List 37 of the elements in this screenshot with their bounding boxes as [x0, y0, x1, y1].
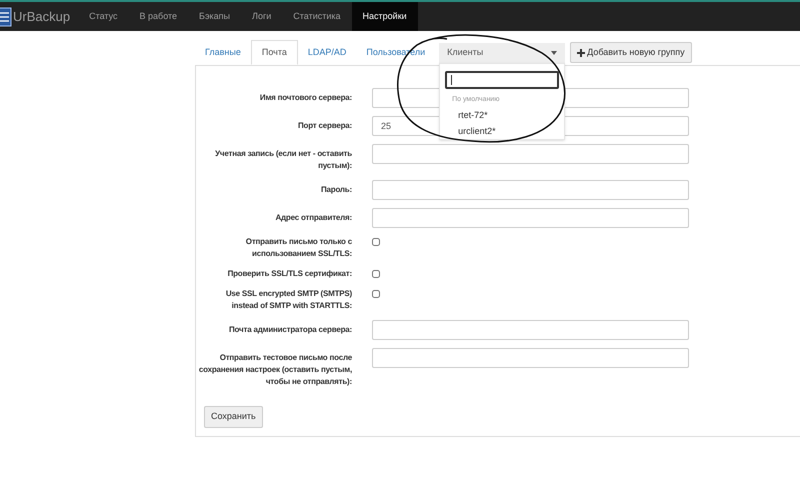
tab[interactable]: Почта	[250, 40, 298, 65]
tab[interactable]: Главные	[195, 40, 251, 65]
nav-link[interactable]: Статус	[78, 2, 129, 31]
caret-icon	[551, 51, 558, 55]
nav-link[interactable]: В работе	[128, 2, 188, 31]
plus-icon	[577, 48, 586, 56]
text-field[interactable]	[372, 88, 689, 108]
nav-link[interactable]: Бэкапы	[188, 2, 242, 31]
text-field[interactable]	[372, 208, 689, 228]
field-label: Пароль:	[320, 184, 353, 196]
search-field[interactable]	[445, 71, 560, 89]
nav-link[interactable]: Настройки	[352, 2, 418, 31]
field-label: Имя почтового сервера:	[258, 92, 353, 104]
field-label: Почта администратора сервера:	[228, 324, 353, 336]
save-button[interactable]: Сохранить	[204, 406, 263, 428]
brand-name[interactable]: UrBackup	[13, 6, 70, 26]
checkbox[interactable]	[372, 290, 380, 298]
field-label: Отправить тестовое письмо после сохранения настроек (оставить пустым, чтобы не отправлять):	[198, 352, 353, 388]
field-label: Учетная запись (если нет - оставить пустым):	[214, 148, 353, 172]
add-group-button[interactable]: Добавить новую группу	[570, 42, 692, 63]
text-field[interactable]	[372, 320, 689, 340]
text-field[interactable]	[372, 180, 689, 200]
group-dropdown[interactable]: Клиенты	[439, 43, 566, 63]
field-label: Отправить письмо только с использованием SSL/TLS:	[244, 236, 353, 260]
checkbox[interactable]	[372, 238, 380, 246]
field-label: Порт сервера:	[296, 120, 353, 132]
field-label: Адрес отправителя:	[274, 212, 353, 224]
text-field[interactable]	[372, 144, 689, 164]
checkbox[interactable]	[372, 270, 380, 278]
nav-link[interactable]: Логи	[241, 2, 282, 31]
database-icon	[0, 6, 12, 28]
tab[interactable]: LDAP/AD	[298, 40, 356, 65]
nav-link[interactable]: Статистика	[282, 2, 352, 31]
field-label: Проверить SSL/TLS сертификат:	[226, 268, 353, 280]
field-label: Use SSL encrypted SMTP (SMTPS) instead of SMTP with STARTTLS:	[224, 288, 353, 312]
client-option[interactable]: urclient2*	[440, 125, 496, 138]
text-field[interactable]	[372, 348, 689, 368]
